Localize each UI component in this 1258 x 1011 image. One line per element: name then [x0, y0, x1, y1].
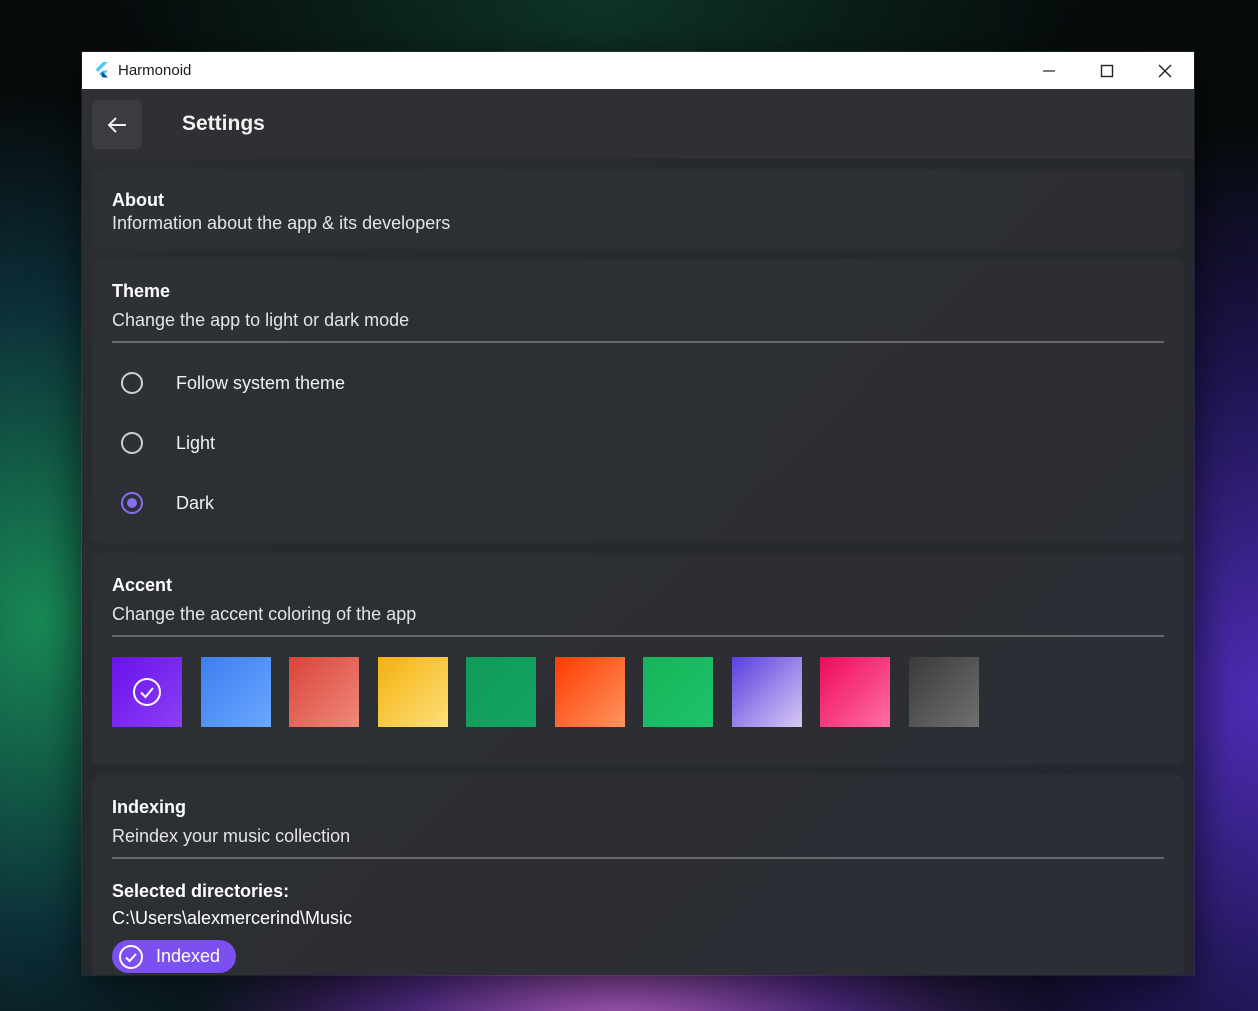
- indexing-subtitle: Reindex your music collection: [112, 826, 351, 846]
- title-bar[interactable]: Harmonoid: [82, 52, 1194, 89]
- accent-swatch[interactable]: [200, 657, 271, 727]
- theme-title: Theme: [112, 281, 171, 301]
- theme-option-system[interactable]: Follow system theme: [112, 353, 1164, 413]
- accent-swatch[interactable]: [820, 657, 890, 727]
- check-circle-icon: [133, 678, 161, 706]
- indexing-divider: [112, 857, 1164, 859]
- indexed-chip-label: Indexed: [156, 946, 221, 966]
- indexed-chip[interactable]: Indexed: [112, 940, 237, 973]
- indexing-title: Indexing: [112, 797, 187, 817]
- theme-option-light[interactable]: Light: [112, 413, 1164, 473]
- accent-swatch-selected[interactable]: [112, 657, 182, 727]
- accent-swatch[interactable]: [554, 657, 625, 727]
- radio-button-selected[interactable]: [121, 492, 143, 514]
- theme-option-dark[interactable]: Dark: [112, 473, 1164, 533]
- maximize-button[interactable]: [1078, 52, 1136, 89]
- about-subtitle: Information about the app & its develope…: [112, 213, 451, 233]
- window-controls: [1020, 52, 1194, 89]
- radio-button[interactable]: [121, 372, 143, 394]
- app-window: Harmonoid Settings About Information abo…: [82, 52, 1194, 975]
- theme-option-label: Follow system theme: [176, 372, 346, 393]
- accent-swatch[interactable]: [908, 657, 979, 727]
- window-title: Harmonoid: [118, 62, 192, 79]
- theme-card: Theme Change the app to light or dark mo…: [92, 259, 1184, 543]
- accent-swatch[interactable]: [289, 657, 359, 727]
- about-card[interactable]: About Information about the app & its de…: [92, 169, 1184, 249]
- selected-directories-label: Selected directories:: [112, 881, 290, 901]
- minimize-button[interactable]: [1020, 52, 1078, 89]
- check-circle-icon: [119, 944, 143, 969]
- directory-path: C:\Users\alexmercerind\Music: [112, 908, 353, 928]
- accent-swatches: [112, 637, 1164, 727]
- theme-options: Follow system theme Light Dark: [112, 353, 1164, 533]
- back-button[interactable]: [92, 100, 142, 149]
- theme-option-label: Light: [176, 432, 216, 453]
- accent-swatch[interactable]: [377, 657, 448, 727]
- accent-card: Accent Change the accent coloring of the…: [92, 553, 1184, 765]
- about-title: About: [112, 190, 164, 210]
- settings-content[interactable]: About Information about the app & its de…: [92, 169, 1184, 975]
- indexing-card: Indexing Reindex your music collection S…: [92, 775, 1184, 975]
- app-header: Settings: [82, 89, 1194, 159]
- page-title: Settings: [182, 112, 265, 135]
- flutter-logo-icon: [95, 61, 108, 77]
- accent-subtitle: Change the accent coloring of the app: [112, 604, 417, 624]
- theme-divider: [112, 341, 1164, 343]
- accent-swatch[interactable]: [466, 657, 536, 727]
- theme-subtitle: Change the app to light or dark mode: [112, 310, 410, 330]
- radio-button[interactable]: [121, 432, 143, 454]
- close-button[interactable]: [1136, 52, 1194, 89]
- arrow-left-icon: [107, 116, 126, 133]
- minimize-icon: [1043, 69, 1055, 72]
- maximize-icon: [1100, 64, 1114, 77]
- accent-swatch[interactable]: [643, 657, 713, 727]
- close-icon: [1158, 64, 1172, 77]
- theme-option-label: Dark: [176, 492, 215, 513]
- accent-swatch[interactable]: [731, 657, 802, 727]
- accent-title: Accent: [112, 575, 173, 595]
